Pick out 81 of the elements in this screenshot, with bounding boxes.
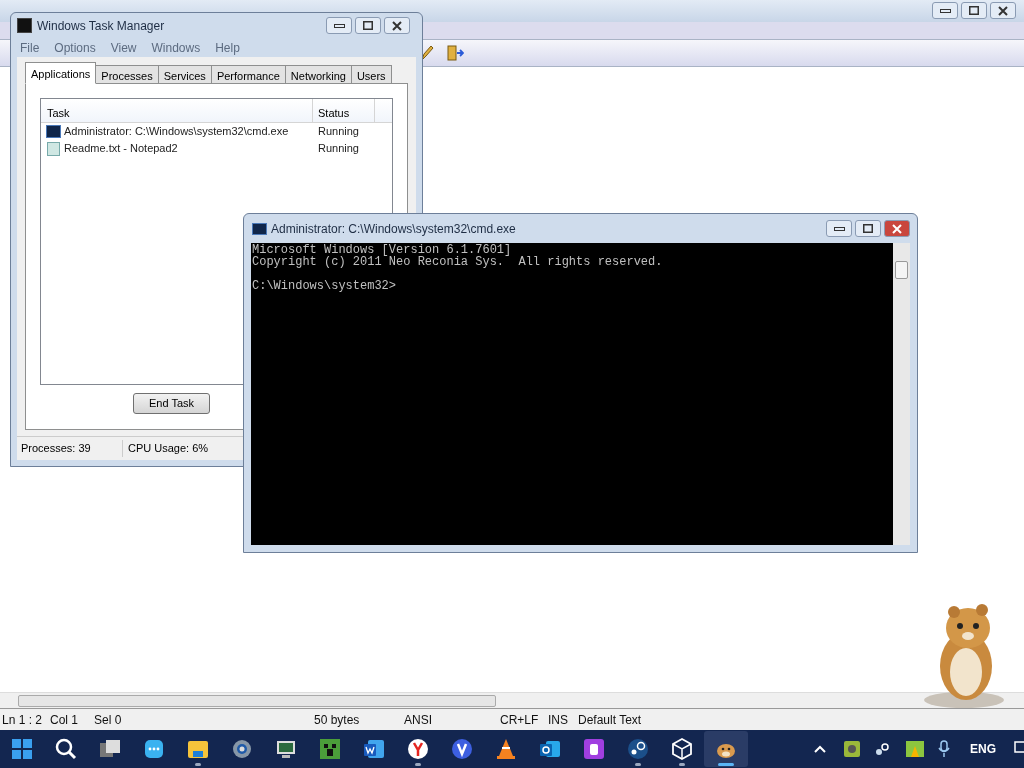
task-name[interactable]: Readme.txt - Notepad2: [64, 140, 178, 157]
menu-item[interactable]: Options: [54, 38, 96, 57]
tab[interactable]: Applications: [25, 62, 97, 85]
status-text: ANSI: [404, 711, 433, 729]
running-indicator: [195, 763, 201, 766]
vertical-scrollbar[interactable]: [893, 243, 910, 545]
minimize-button[interactable]: [326, 17, 352, 35]
minimize-icon: [833, 226, 845, 231]
app-icon: [17, 18, 32, 34]
traffic-cone-icon: [494, 737, 518, 761]
notepad-icon: [47, 141, 60, 156]
status-text: Ln 1 : 2: [2, 711, 44, 729]
status-text: Col 1: [50, 711, 79, 729]
close-button[interactable]: [384, 17, 410, 35]
running-indicator: [718, 763, 734, 766]
running-indicator: [635, 763, 641, 766]
window-title: Administrator: C:\Windows\system32\cmd.exe: [271, 220, 517, 238]
document-w-icon: [362, 737, 386, 761]
menu-item[interactable]: File: [20, 38, 40, 57]
column-header[interactable]: Status: [313, 99, 375, 123]
close-icon: [998, 5, 1008, 16]
status-text: Processes: 39: [17, 440, 123, 457]
close-icon: [892, 223, 902, 234]
end-task-button[interactable]: End Task: [133, 393, 210, 415]
exit-door-icon[interactable]: [446, 44, 464, 62]
chevron-up-icon[interactable]: [813, 744, 827, 754]
console-line: Microsoft Windows [Version 6.1.7601]: [252, 244, 513, 256]
language-indicator[interactable]: ENG: [970, 740, 996, 758]
window-title: Windows Task Manager: [37, 17, 166, 35]
minimize-button[interactable]: [826, 220, 852, 237]
column-header[interactable]: Task: [41, 99, 313, 123]
windows-logo-icon: [10, 737, 34, 761]
maximize-button[interactable]: [961, 2, 987, 19]
status-text: INS: [548, 711, 569, 729]
taskbar-app[interactable]: [704, 731, 748, 767]
minimize-icon: [333, 23, 345, 28]
horizontal-scrollbar[interactable]: [0, 692, 1024, 708]
task-status: Running: [317, 124, 359, 140]
status-text: CR+LF: [500, 711, 540, 729]
status-text: CPU Usage: 6%: [127, 441, 209, 457]
letter-v-icon: [450, 737, 474, 761]
running-indicator: [415, 763, 421, 766]
close-button[interactable]: [884, 220, 910, 237]
scrollbar-thumb[interactable]: [895, 261, 908, 279]
cube-icon: [670, 737, 694, 761]
microphone-icon[interactable]: [938, 740, 950, 758]
menu-item[interactable]: Windows: [151, 38, 201, 57]
letter-y-icon: [406, 737, 430, 761]
minimize-button[interactable]: [932, 2, 958, 19]
task-status: Running: [317, 141, 359, 157]
scrollbar-thumb[interactable]: [18, 694, 496, 707]
maximize-icon: [363, 21, 373, 31]
console-line: Copyright (c) 2011 Neo Reconia Sys. All rights reserved.: [252, 256, 664, 268]
palm-tree-icon[interactable]: [905, 740, 925, 758]
steam-icon[interactable]: [874, 740, 892, 758]
steam-icon: [626, 737, 650, 761]
running-indicator: [679, 763, 685, 766]
menu-item[interactable]: Help: [215, 38, 240, 57]
tray-app-icon[interactable]: [843, 740, 861, 758]
minimize-icon: [939, 8, 951, 13]
console-icon: [46, 125, 61, 139]
status-text: Default Text: [578, 711, 643, 729]
status-text: Sel 0: [94, 711, 123, 729]
pencil-icon[interactable]: [420, 44, 434, 62]
close-icon: [392, 20, 402, 31]
console-icon: [252, 222, 267, 235]
settings-icon: [230, 737, 254, 761]
pixel-face-icon: [318, 737, 342, 761]
console-line: C:\Windows\system32>: [252, 280, 398, 292]
cylinder-icon: [582, 737, 606, 761]
chat-bubble-icon: [142, 737, 166, 761]
maximize-icon: [969, 6, 979, 15]
menu-item[interactable]: View: [110, 38, 137, 57]
console-output[interactable]: Microsoft Windows [Version 6.1.7601] Copyright (c) 2011 Neo Reconia Sys. All rights reserved. C:\Windows\system32>: [251, 243, 893, 545]
close-button[interactable]: [990, 2, 1016, 19]
task-name[interactable]: Administrator: C:\Windows\system32\cmd.exe: [64, 123, 289, 140]
search-icon: [54, 737, 78, 761]
maximize-button[interactable]: [855, 220, 881, 237]
maximize-icon: [863, 224, 873, 233]
status-text: 50 bytes: [314, 711, 361, 729]
maximize-button[interactable]: [355, 17, 381, 35]
